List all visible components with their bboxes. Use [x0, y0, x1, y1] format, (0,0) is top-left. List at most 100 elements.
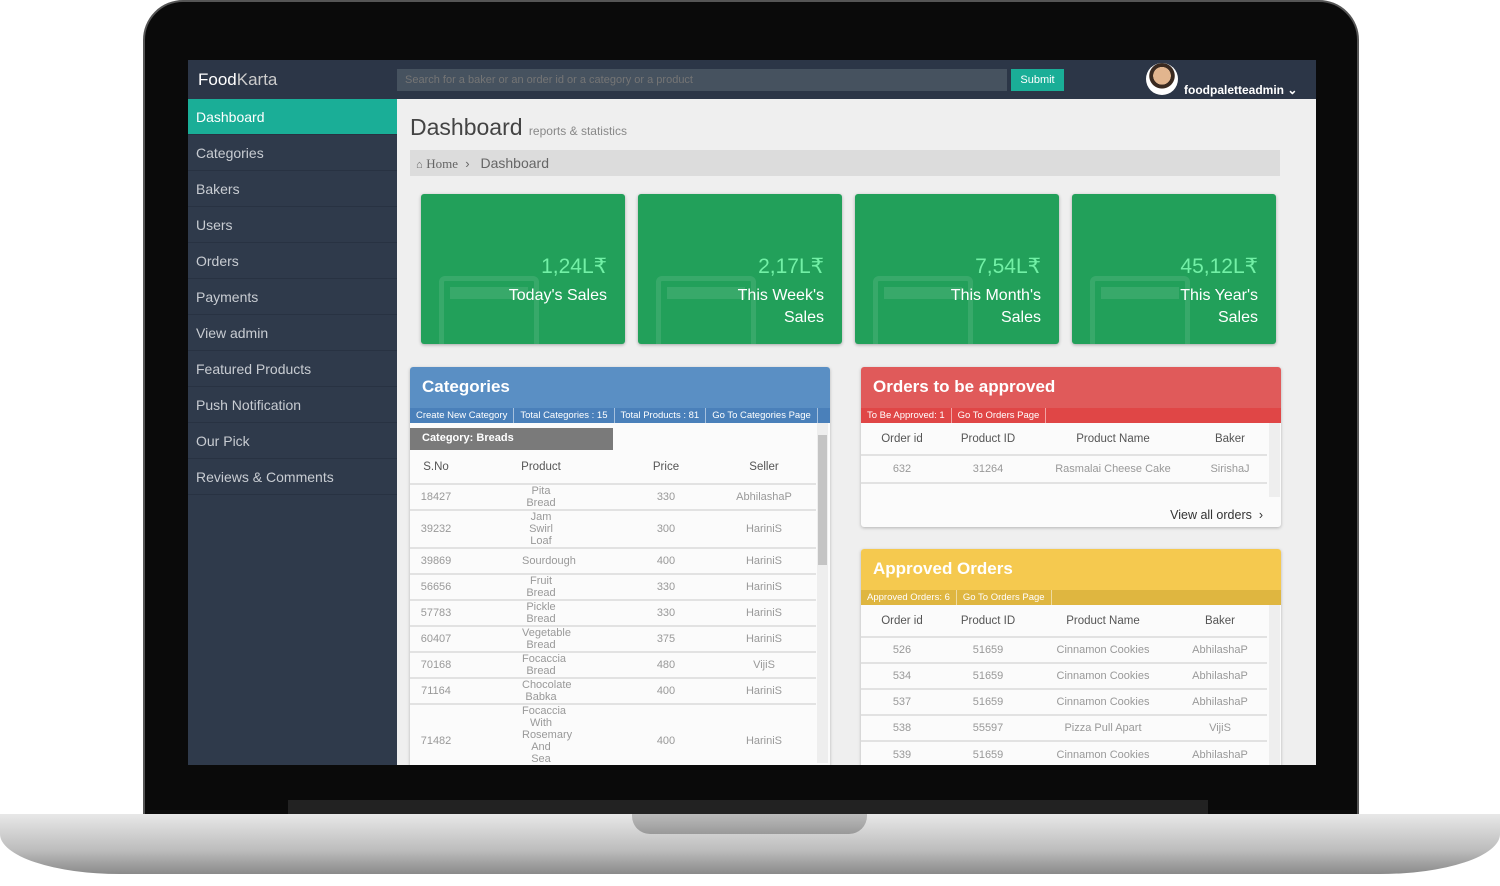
table-cell: Focaccia With Rosemary And Sea Salt — [462, 703, 620, 765]
stat-card[interactable]: 7,54L₹ This Month's Sales — [855, 194, 1059, 344]
table-row[interactable]: 632 31264 Rasmalai Cheese Cake SirishaJ — [861, 454, 1267, 484]
sidebar-item-categories[interactable]: Categories — [188, 135, 397, 171]
orders-table: Order id Product ID Product Name Baker 632 31… — [861, 423, 1267, 484]
chevron-right-icon: › — [1258, 508, 1263, 522]
table-cell: Pizza Pull Apart — [1033, 714, 1173, 741]
sidebar-item-view-admin[interactable]: View admin — [188, 315, 397, 351]
column-header: Seller — [749, 460, 779, 473]
table-row[interactable]: 539 51659 Cinnamon Cookies AbhilashaP — [861, 740, 1267, 765]
table-cell: HariniS — [712, 599, 816, 626]
stat-card[interactable]: 45,12L₹ This Year's Sales — [1072, 194, 1276, 344]
sidebar-item-push-notification[interactable]: Push Notification — [188, 387, 397, 423]
table-cell: 51659 — [943, 740, 1033, 765]
stat-label: This Year's Sales — [1180, 287, 1258, 326]
table-row[interactable]: 538 55597 Pizza Pull Apart VijiS — [861, 714, 1267, 741]
table-row[interactable]: 39232 Jam Swirl Loaf 300 HariniS — [410, 509, 816, 548]
approved-orders-panel: Approved Orders Approved Orders: 6 Go To … — [861, 549, 1281, 765]
table-cell: AbhilashaP — [1173, 740, 1267, 765]
column-header: Product ID — [960, 614, 1016, 627]
stat-value: 2,17L₹ — [758, 255, 824, 278]
table-row[interactable]: 526 51659 Cinnamon Cookies AbhilashaP — [861, 636, 1267, 663]
panel-link[interactable]: To Be Approved: 1 — [861, 408, 952, 423]
table-cell: HariniS — [712, 625, 816, 652]
table-cell: 330 — [620, 599, 712, 626]
stat-card[interactable]: 2,17L₹ This Week's Sales — [638, 194, 842, 344]
table-row[interactable]: 71164 Chocolate Babka 400 HariniS — [410, 677, 816, 704]
submit-button[interactable]: Submit — [1011, 69, 1064, 91]
sidebar-item-featured-products[interactable]: Featured Products — [188, 351, 397, 387]
avatar[interactable] — [1146, 63, 1178, 95]
table-cell: 55597 — [943, 714, 1033, 741]
panel-link[interactable]: Go To Orders Page — [952, 408, 1047, 423]
panel-link[interactable]: Total Products : 81 — [615, 408, 707, 423]
table-cell: 534 — [861, 662, 943, 689]
screen: FoodKarta Submit foodpaletteadmin ⌄ Dash… — [188, 60, 1316, 765]
column-header: Baker — [1204, 614, 1236, 627]
sidebar-item-dashboard[interactable]: Dashboard — [188, 99, 397, 135]
column-header: S.No — [423, 460, 449, 473]
user-menu[interactable]: foodpaletteadmin ⌄ — [1184, 83, 1297, 97]
sidebar-item-bakers[interactable]: Bakers — [188, 171, 397, 207]
panel-title: Categories — [410, 367, 830, 408]
table-cell: 526 — [861, 636, 943, 663]
column-header: Product ID — [960, 432, 1016, 445]
panel-title: Approved Orders — [861, 549, 1281, 590]
chevron-down-icon: ⌄ — [1287, 83, 1298, 97]
scrollbar[interactable] — [1269, 605, 1280, 765]
table-row[interactable]: 534 51659 Cinnamon Cookies AbhilashaP — [861, 662, 1267, 689]
stat-value: 1,24L₹ — [541, 255, 607, 278]
table-cell: 71482 — [410, 703, 462, 765]
breadcrumb-home[interactable]: Home — [426, 156, 458, 171]
category-label: Category: Breads — [410, 428, 613, 450]
sidebar-item-users[interactable]: Users — [188, 207, 397, 243]
table-row[interactable]: 18427 Pita Bread 330 AbhilashaP — [410, 483, 816, 510]
panel-link[interactable]: Create New Category — [410, 408, 515, 423]
panel-link[interactable]: Go To Orders Page — [957, 590, 1052, 605]
table-row[interactable]: 60407 Vegetable Bread 375 HariniS — [410, 625, 816, 652]
table-cell: Jam Swirl Loaf — [462, 509, 620, 548]
column-header: Product — [521, 460, 561, 473]
table-cell: AbhilashaP — [1173, 662, 1267, 689]
top-bar: FoodKarta Submit foodpaletteadmin ⌄ — [188, 60, 1316, 99]
scrollbar[interactable] — [1269, 423, 1280, 497]
panel-title: Orders to be approved — [861, 367, 1281, 408]
table-row[interactable]: 70168 Focaccia Bread 480 VijiS — [410, 651, 816, 678]
breadcrumb-current: Dashboard — [480, 155, 549, 171]
view-all-orders-link[interactable]: View all orders › — [1170, 508, 1263, 522]
table-cell: HariniS — [712, 509, 816, 548]
page-title: Dashboard reports & statistics — [410, 114, 627, 141]
table-cell: AbhilashaP — [1173, 688, 1267, 715]
table-cell: 632 — [861, 454, 943, 484]
orders-links: To Be Approved: 1 Go To Orders Page — [861, 408, 1281, 423]
panel-link[interactable]: Total Categories : 15 — [514, 408, 615, 423]
table-row[interactable]: 537 51659 Cinnamon Cookies AbhilashaP — [861, 688, 1267, 715]
column-header: Order id — [881, 432, 923, 445]
view-all-text: View all orders — [1170, 508, 1252, 522]
table-cell: Rasmalai Cheese Cake — [1033, 454, 1193, 484]
table-cell: 300 — [620, 509, 712, 548]
chevron-right-icon: › — [461, 156, 477, 171]
column-header: Order id — [881, 614, 923, 627]
table-row[interactable]: 71482Focaccia With Rosemary And Sea Salt… — [410, 703, 816, 765]
sidebar-item-reviews-comments[interactable]: Reviews & Comments — [188, 459, 397, 495]
table-cell: Pickle Bread — [462, 599, 620, 626]
sidebar-item-orders[interactable]: Orders — [188, 243, 397, 279]
laptop-notch — [632, 814, 867, 834]
approved-links: Approved Orders: 6 Go To Orders Page — [861, 590, 1281, 605]
sidebar-item-payments[interactable]: Payments — [188, 279, 397, 315]
stat-card[interactable]: 1,24L₹ Today's Sales — [421, 194, 625, 344]
table-cell: Chocolate Babka — [462, 677, 620, 704]
table-row[interactable]: 39869 Sourdough 400 HariniS — [410, 547, 816, 574]
logo[interactable]: FoodKarta — [198, 70, 277, 90]
panel-link[interactable]: Go To Categories Page — [706, 408, 818, 423]
table-row[interactable]: 56656 Fruit Bread 330 HariniS — [410, 573, 816, 600]
table-cell: 538 — [861, 714, 943, 741]
table-cell: 57783 — [410, 599, 462, 626]
table-cell: 330 — [620, 483, 712, 510]
sidebar-item-our-pick[interactable]: Our Pick — [188, 423, 397, 459]
panel-link[interactable]: Approved Orders: 6 — [861, 590, 957, 605]
table-row[interactable]: 57783 Pickle Bread 330 HariniS — [410, 599, 816, 626]
search-input[interactable] — [397, 69, 1007, 91]
table-cell: 39869 — [410, 547, 462, 574]
scrollbar[interactable] — [817, 423, 828, 763]
